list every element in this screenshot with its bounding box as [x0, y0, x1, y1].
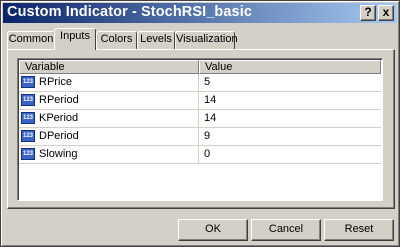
- table-row[interactable]: 123 RPrice 5: [19, 74, 381, 92]
- variable-cell: 123 RPeriod: [19, 92, 199, 109]
- variable-name: Slowing: [39, 148, 78, 160]
- integer-param-icon: 123: [21, 112, 35, 124]
- integer-param-icon: 123: [21, 130, 35, 142]
- help-button[interactable]: ?: [360, 5, 376, 21]
- close-button[interactable]: x: [378, 5, 394, 21]
- variable-cell: 123 DPeriod: [19, 128, 199, 145]
- table-row[interactable]: 123 RPeriod 14: [19, 92, 381, 110]
- inputs-grid: Variable Value 123 RPrice 5 123 RPeriod …: [17, 58, 383, 201]
- variable-column-header[interactable]: Variable: [19, 60, 199, 74]
- variable-cell: 123 Slowing: [19, 146, 199, 163]
- integer-param-icon: 123: [21, 94, 35, 106]
- variable-cell: 123 KPeriod: [19, 110, 199, 127]
- tab-inputs[interactable]: Inputs: [54, 28, 96, 50]
- value-cell[interactable]: 9: [204, 128, 210, 145]
- variable-cell: 123 RPrice: [19, 74, 199, 91]
- integer-param-icon: 123: [21, 148, 35, 160]
- variable-name: KPeriod: [39, 112, 79, 124]
- title-bar[interactable]: Custom Indicator - StochRSI_basic ? x: [3, 3, 397, 23]
- dialog-title: Custom Indicator - StochRSI_basic: [7, 4, 253, 20]
- custom-indicator-dialog: Custom Indicator - StochRSI_basic ? x Co…: [0, 0, 400, 247]
- value-column-header[interactable]: Value: [199, 60, 381, 74]
- table-row[interactable]: 123 DPeriod 9: [19, 128, 381, 146]
- reset-button[interactable]: Reset: [324, 219, 394, 241]
- tab-strip: Common Inputs Colors Levels Visualizatio…: [7, 28, 395, 50]
- integer-param-icon: 123: [21, 76, 35, 88]
- grid-header: Variable Value: [19, 60, 381, 74]
- variable-name: RPrice: [39, 76, 73, 88]
- variable-name: RPeriod: [39, 94, 79, 106]
- value-cell[interactable]: 5: [204, 74, 210, 91]
- ok-button[interactable]: OK: [178, 219, 248, 241]
- value-cell[interactable]: 0: [204, 146, 210, 163]
- table-row[interactable]: 123 KPeriod 14: [19, 110, 381, 128]
- tab-colors[interactable]: Colors: [96, 31, 137, 49]
- value-cell[interactable]: 14: [204, 110, 216, 127]
- tab-levels[interactable]: Levels: [137, 31, 175, 49]
- tab-common[interactable]: Common: [7, 31, 55, 49]
- variable-name: DPeriod: [39, 130, 79, 142]
- cancel-button[interactable]: Cancel: [251, 219, 321, 241]
- table-row[interactable]: 123 Slowing 0: [19, 146, 381, 164]
- tab-visualization[interactable]: Visualization: [175, 31, 238, 49]
- value-cell[interactable]: 14: [204, 92, 216, 109]
